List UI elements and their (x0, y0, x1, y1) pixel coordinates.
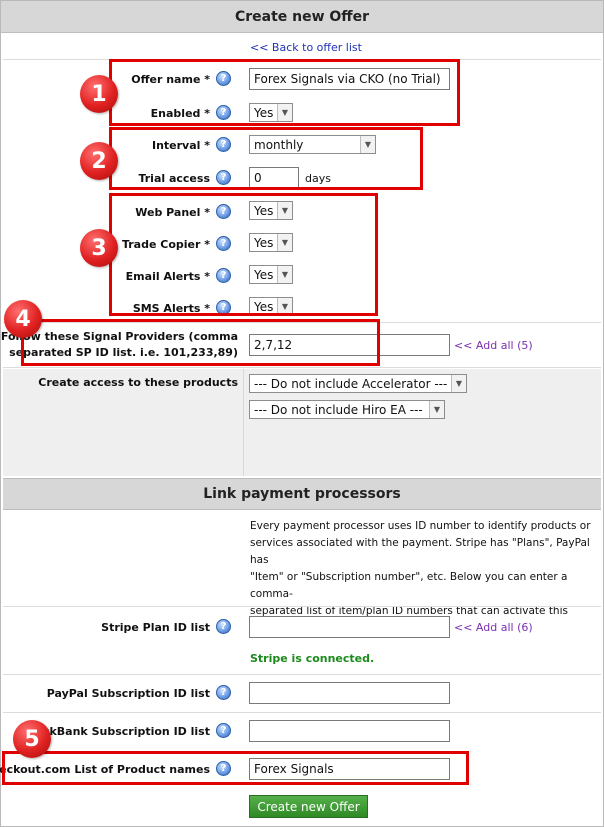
signal-providers-input[interactable]: 2,7,12 (249, 334, 450, 356)
column-divider (243, 369, 244, 476)
divider (3, 606, 601, 607)
accelerator-value: --- Do not include Accelerator --- (254, 376, 448, 391)
enabled-select[interactable]: Yes ▼ (249, 103, 293, 122)
trial-access-input[interactable]: 0 (249, 167, 299, 189)
offer-name-input[interactable]: Forex Signals via CKO (no Trial) (249, 68, 450, 90)
payment-section-header: Link payment processors (3, 478, 601, 510)
chevron-down-icon: ▼ (277, 202, 292, 219)
divider (3, 712, 601, 713)
chevron-down-icon: ▼ (277, 266, 292, 283)
add-all-stripe-link[interactable]: << Add all (6) (454, 621, 533, 634)
trial-access-label: Trial access (138, 172, 210, 185)
chevron-down-icon: ▼ (277, 298, 292, 315)
help-icon[interactable]: ? (216, 170, 231, 185)
clickbank-subscription-input[interactable] (249, 720, 450, 742)
help-icon[interactable]: ? (216, 685, 231, 700)
annotation-badge-3: 3 (80, 229, 118, 267)
annotation-badge-4: 4 (4, 300, 42, 338)
products-label: Create access to these products (38, 376, 238, 389)
divider (3, 367, 601, 368)
clickbank-label: ClickBank Subscription ID list (27, 725, 210, 738)
chevron-down-icon: ▼ (277, 234, 292, 251)
chevron-down-icon: ▼ (451, 375, 466, 392)
stripe-label: Stripe Plan ID list (101, 621, 210, 634)
help-icon[interactable]: ? (216, 300, 231, 315)
help-icon[interactable]: ? (216, 71, 231, 86)
trade-copier-label: Trade Copier * (121, 238, 210, 251)
chevron-down-icon: ▼ (277, 104, 292, 121)
divider (3, 59, 601, 60)
trade-copier-select[interactable]: Yes ▼ (249, 233, 293, 252)
payment-section-title: Link payment processors (203, 486, 401, 502)
hiro-ea-value: --- Do not include Hiro EA --- (254, 402, 423, 417)
email-alerts-value: Yes (254, 267, 274, 282)
help-icon[interactable]: ? (216, 236, 231, 251)
stripe-status: Stripe is connected. (250, 652, 375, 665)
help-icon[interactable]: ? (216, 723, 231, 738)
sms-alerts-select[interactable]: Yes ▼ (249, 297, 293, 316)
checkout-product-names-input[interactable]: Forex Signals (249, 758, 450, 780)
web-panel-select[interactable]: Yes ▼ (249, 201, 293, 220)
paypal-label: PayPal Subscription ID list (46, 687, 210, 700)
help-icon[interactable]: ? (216, 268, 231, 283)
help-icon[interactable]: ? (216, 761, 231, 776)
email-alerts-label: Email Alerts * (125, 270, 210, 283)
paypal-subscription-input[interactable] (249, 682, 450, 704)
page-title: Create new Offer (234, 8, 370, 25)
web-panel-value: Yes (254, 203, 274, 218)
accelerator-select[interactable]: --- Do not include Accelerator --- ▼ (249, 374, 467, 393)
help-icon[interactable]: ? (216, 105, 231, 120)
interval-label: Interval * (151, 139, 210, 152)
sms-alerts-label: SMS Alerts * (132, 302, 210, 315)
interval-select[interactable]: monthly ▼ (249, 135, 376, 154)
annotation-badge-1: 1 (80, 75, 118, 113)
create-offer-button[interactable]: Create new Offer (249, 795, 368, 818)
trade-copier-value: Yes (254, 235, 274, 250)
interval-value: monthly (254, 137, 304, 152)
web-panel-label: Web Panel * (135, 206, 210, 219)
providers-label-line2: separated SP ID list. i.e. 101,233,89) (9, 346, 238, 359)
trial-days-unit: days (305, 172, 331, 185)
description-line: Every payment processor uses ID number t… (250, 520, 591, 532)
stripe-plan-input[interactable] (249, 616, 450, 638)
offer-name-label: Offer name * (131, 73, 210, 86)
help-icon[interactable]: ? (216, 204, 231, 219)
enabled-label: Enabled * (150, 107, 210, 120)
add-all-providers-link[interactable]: << Add all (5) (454, 339, 533, 352)
checkout-label: Checkout.com List of Product names (0, 763, 210, 776)
offer-section-header: Create new Offer (1, 1, 603, 33)
chevron-down-icon: ▼ (360, 136, 375, 153)
annotation-badge-2: 2 (80, 142, 118, 180)
enabled-value: Yes (254, 105, 274, 120)
divider (3, 322, 601, 323)
chevron-down-icon: ▼ (429, 401, 444, 418)
back-to-offer-list-link[interactable]: << Back to offer list (250, 41, 362, 54)
sms-alerts-value: Yes (254, 299, 274, 314)
divider (3, 674, 601, 675)
description-line: services associated with the payment. St… (250, 537, 590, 566)
description-line: "Item" or "Subscription number", etc. Be… (250, 571, 568, 600)
annotation-badge-5: 5 (13, 720, 51, 758)
help-icon[interactable]: ? (216, 619, 231, 634)
email-alerts-select[interactable]: Yes ▼ (249, 265, 293, 284)
hiro-ea-select[interactable]: --- Do not include Hiro EA --- ▼ (249, 400, 445, 419)
help-icon[interactable]: ? (216, 137, 231, 152)
